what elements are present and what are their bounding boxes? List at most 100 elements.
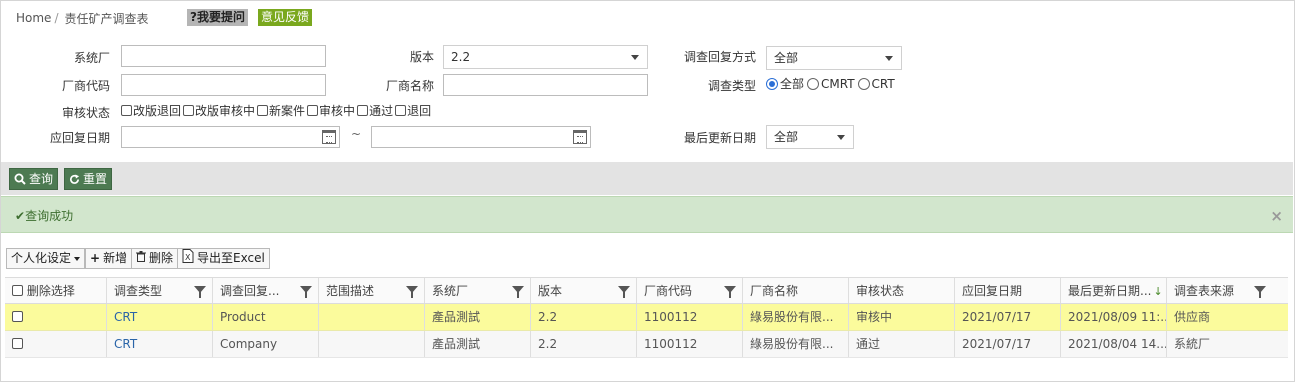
table-cell	[319, 331, 425, 357]
reply-date-from-input[interactable]	[121, 126, 340, 148]
header-version[interactable]: 版本	[531, 278, 637, 303]
checkbox-icon[interactable]	[12, 311, 23, 322]
calendar-icon[interactable]	[322, 130, 336, 144]
sort-desc-icon: ↓	[1153, 285, 1163, 298]
filter-icon[interactable]	[618, 286, 630, 298]
survey-type-link[interactable]: CRT	[107, 304, 213, 330]
review-status-option[interactable]: 通过	[357, 102, 393, 119]
review-status-option[interactable]: 退回	[395, 102, 431, 119]
table-cell: Company	[213, 331, 319, 357]
date-range-separator: ~	[350, 127, 362, 141]
row-select-cell[interactable]	[5, 304, 107, 330]
search-icon	[14, 173, 26, 185]
filter-icon[interactable]	[724, 286, 736, 298]
breadcrumb: Home / 责任矿产调查表	[16, 10, 149, 26]
table-row[interactable]: CRT Company 產品測試 2.2 1100112 綠易股份有限... 通…	[5, 331, 1288, 358]
review-status-option[interactable]: 改版退回	[121, 102, 181, 119]
table-cell: 2.2	[531, 331, 637, 357]
chevron-down-icon	[837, 135, 845, 140]
review-status-checkboxes: 改版退回 改版审核中 新案件 审核中 通过 退回	[121, 102, 433, 119]
table-row[interactable]: CRT Product 產品測試 2.2 1100112 綠易股份有限... 审…	[5, 304, 1288, 331]
table-cell: 綠易股份有限...	[743, 304, 849, 330]
system-factory-label: 系统厂	[73, 51, 110, 65]
checkbox-icon[interactable]	[12, 285, 23, 296]
header-survey-type[interactable]: 调查类型	[107, 278, 213, 303]
header-review-status[interactable]: 审核状态	[849, 278, 955, 303]
table-cell: 1100112	[637, 331, 743, 357]
header-vendor-code[interactable]: 厂商代码	[637, 278, 743, 303]
version-select[interactable]: 2.2	[443, 45, 648, 69]
feedback-badge[interactable]: 意见反馈	[258, 9, 313, 26]
header-reply-date[interactable]: 应回复日期	[955, 278, 1061, 303]
breadcrumb-home[interactable]: Home	[16, 11, 51, 25]
vendor-name-input[interactable]	[443, 74, 648, 96]
last-update-select[interactable]: 全部	[766, 125, 854, 149]
version-label: 版本	[409, 50, 434, 64]
survey-type-radios: 全部 CMRT CRT	[766, 75, 898, 92]
table-cell: 通过	[849, 331, 955, 357]
header-source[interactable]: 调查表来源	[1167, 278, 1272, 303]
calendar-icon[interactable]	[573, 130, 587, 144]
system-factory-input[interactable]	[121, 45, 326, 67]
table-cell: 綠易股份有限...	[743, 331, 849, 357]
table-cell: 2021/08/09 11:...	[1061, 304, 1167, 330]
review-status-label: 审核状态	[61, 106, 110, 120]
radio-selected-icon	[766, 78, 778, 90]
table-cell: 审核中	[849, 304, 955, 330]
toolbar-band	[1, 162, 1293, 195]
table-cell: 1100112	[637, 304, 743, 330]
checkbox-icon	[183, 105, 195, 116]
table-cell: 2021/07/17	[955, 304, 1061, 330]
reset-button[interactable]: 重置	[64, 168, 113, 190]
filter-icon[interactable]	[1254, 286, 1266, 298]
review-status-option[interactable]: 审核中	[307, 102, 355, 119]
reply-date-to-input[interactable]	[371, 126, 591, 148]
vendor-code-label: 厂商代码	[61, 79, 110, 93]
filter-icon[interactable]	[194, 286, 206, 298]
header-system-factory[interactable]: 系统厂	[425, 278, 531, 303]
delete-button[interactable]: 删除	[131, 248, 179, 269]
header-scope[interactable]: 范围描述	[319, 278, 425, 303]
checkbox-icon[interactable]	[12, 338, 23, 349]
table-cell: 供应商	[1174, 310, 1211, 324]
filter-icon[interactable]	[512, 286, 524, 298]
close-icon[interactable]: ×	[1270, 207, 1283, 225]
survey-type-option-all[interactable]: 全部	[766, 75, 804, 92]
checkbox-icon	[307, 105, 319, 116]
table-header-row: 删除选择 调查类型 调查回复... 范围描述 系统厂 版本 厂商代码 厂商名称 …	[5, 277, 1288, 304]
reply-method-select[interactable]: 全部	[766, 46, 902, 70]
add-button[interactable]: + 新增	[85, 248, 133, 269]
help-badge[interactable]: ?我要提问	[187, 9, 248, 26]
header-last-update[interactable]: 最后更新日期... ↓	[1061, 278, 1167, 303]
filter-icon[interactable]	[406, 286, 418, 298]
last-update-value: 全部	[774, 130, 799, 144]
excel-icon: X	[182, 248, 194, 269]
review-status-option[interactable]: 改版审核中	[183, 102, 255, 119]
table-cell: 2021/08/04 14...	[1061, 331, 1167, 357]
table-cell: 產品測試	[425, 331, 531, 357]
svg-text:X: X	[185, 253, 191, 262]
row-select-cell[interactable]	[5, 331, 107, 357]
table-cell: 2.2	[531, 304, 637, 330]
survey-type-option-crt[interactable]: CRT	[857, 77, 895, 91]
header-reply-method[interactable]: 调查回复...	[213, 278, 319, 303]
table-cell: 系統厂	[1174, 337, 1211, 351]
personalize-button[interactable]: 个人化设定	[6, 248, 86, 269]
checkbox-icon	[257, 105, 269, 116]
survey-type-link[interactable]: CRT	[107, 331, 213, 357]
radio-icon	[807, 77, 820, 90]
survey-type-label: 调查类型	[707, 79, 756, 93]
vendor-code-input[interactable]	[121, 74, 326, 96]
header-vendor-name[interactable]: 厂商名称	[743, 278, 849, 303]
survey-type-option-cmrt[interactable]: CMRT	[807, 77, 855, 91]
plus-icon: +	[90, 251, 101, 265]
header-delete-select[interactable]: 删除选择	[5, 278, 107, 303]
review-status-option[interactable]: 新案件	[257, 102, 305, 119]
trash-icon	[136, 249, 146, 268]
caret-down-icon	[74, 256, 81, 261]
vendor-name-label: 厂商名称	[385, 79, 434, 93]
checkmark-icon: ✔	[15, 209, 26, 223]
query-button[interactable]: 查询	[9, 168, 59, 190]
filter-icon[interactable]	[300, 286, 312, 298]
export-excel-button[interactable]: X 导出至Excel	[177, 248, 270, 269]
